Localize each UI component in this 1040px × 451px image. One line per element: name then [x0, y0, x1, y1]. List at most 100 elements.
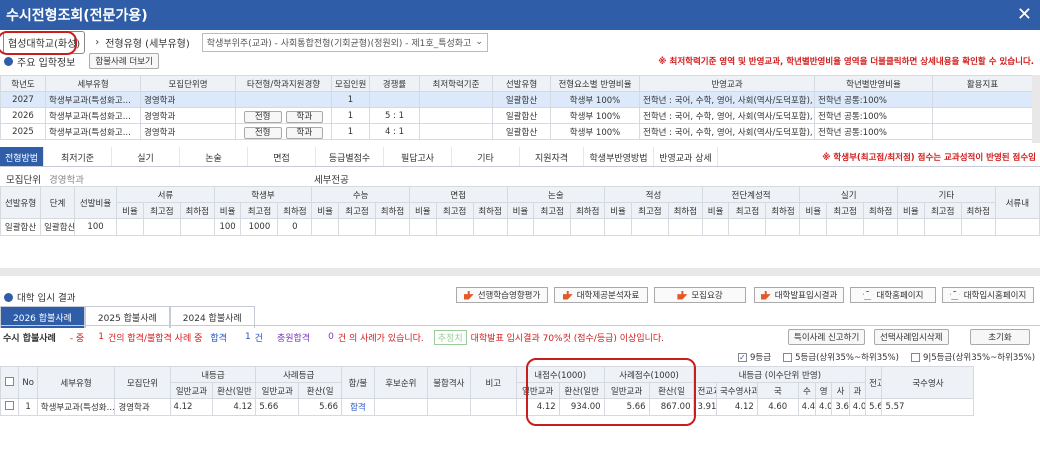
- checkbox-icon[interactable]: [5, 401, 15, 410]
- method-cell: [179, 218, 215, 236]
- method-cell: [897, 218, 925, 236]
- tab-0[interactable]: 전형방법: [0, 147, 44, 166]
- column-header[interactable]: 환산(일반: [212, 382, 257, 399]
- results-action-label: 대학발표입시결과: [774, 291, 838, 301]
- table-row: 1 학생부교과(특성화... 경영학과 4.12 4.12 5.66 5.66 합격 4.12 9…: [0, 398, 1040, 416]
- type-label: 전형유형 (세부유형): [105, 38, 190, 50]
- tab-8[interactable]: 지원자격: [520, 147, 584, 166]
- column-header[interactable]: 비고: [469, 366, 517, 399]
- column-header[interactable]: 후보순위: [373, 366, 428, 399]
- column-header[interactable]: 경쟁률: [369, 75, 420, 92]
- estimate-badge: 추정치: [433, 329, 467, 345]
- tab-4[interactable]: 면접: [248, 147, 316, 166]
- column-header[interactable]: 선발유형: [492, 75, 551, 92]
- table-cell: 전학년 : 국어, 수학, 영어, 사회(역사/도덕포함), 과학, ...: [639, 123, 815, 140]
- method-cell: [667, 218, 703, 236]
- table-cell: [932, 91, 1033, 108]
- info-title: 주요 입학정보: [17, 57, 76, 69]
- column-header[interactable]: 불합격사: [426, 366, 471, 399]
- column-header[interactable]: 세부유형: [36, 366, 116, 399]
- summary-count-total: 1: [98, 332, 104, 342]
- results-action-button-3[interactable]: 대학발표입시결과: [754, 287, 844, 303]
- column-header[interactable]: 국수영사: [881, 366, 975, 399]
- grade-option[interactable]: ✓ 9등급: [738, 351, 771, 363]
- column-header[interactable]: 국수영사과: [715, 382, 758, 399]
- column-header[interactable]: 타전형/학과지원경향: [235, 75, 332, 92]
- method-sub-header: 최하점: [765, 202, 801, 219]
- method-table: 선발유형 단계 선발비율 서류 학생부 수능 면접 논술 적성 전단계성적 실기 기타 서류내 비율 최고…: [0, 186, 1040, 236]
- column-header[interactable]: 일반교과: [169, 382, 214, 399]
- column-header[interactable]: 수: [797, 382, 817, 399]
- tendency-dept-button[interactable]: 학과: [285, 126, 324, 139]
- method-cell: [142, 218, 181, 236]
- column-header[interactable]: 세부유형: [45, 75, 141, 92]
- column-header[interactable]: 모집단위: [114, 366, 171, 399]
- table-row[interactable]: 2026 학생부교과(특성화고... 경영학과 전형 학과 1 5 : 1 일괄합산 학생부 1…: [0, 107, 1033, 124]
- column-header[interactable]: 활용지표: [932, 75, 1033, 92]
- tab-2[interactable]: 실기: [112, 147, 180, 166]
- column-header[interactable]: 모집인원: [331, 75, 370, 92]
- column-header[interactable]: [0, 366, 20, 399]
- reset-button[interactable]: 초기화: [970, 329, 1030, 345]
- column-header[interactable]: 최저학력기준: [419, 75, 493, 92]
- results-action-button-5[interactable]: 대학입시홈페이지: [942, 287, 1034, 303]
- grade-option[interactable]: 5등급(상위35%~하위35%): [783, 351, 899, 363]
- vertical-scrollbar[interactable]: [1032, 75, 1040, 143]
- download-icon: [677, 290, 688, 300]
- tab-6[interactable]: 필답고사: [384, 147, 452, 166]
- chevron-down-icon: ⌄: [475, 37, 483, 47]
- method-cell: [960, 218, 996, 236]
- tab-10[interactable]: 반영교과 상세: [654, 147, 718, 166]
- tab-1[interactable]: 최저기준: [44, 147, 112, 166]
- summary-label: 수시 합불사례: [3, 333, 56, 344]
- method-cell: [533, 218, 572, 236]
- tab-9[interactable]: 학생부반영방법: [584, 147, 654, 166]
- grade-option[interactable]: 9|5등급(상위35%~하위35%): [910, 351, 1035, 363]
- column-header[interactable]: 환산(일: [298, 382, 343, 399]
- type-dropdown[interactable]: 학생부위주(교과) - 사회통합전형(기회균형)(정원외) - 제1호_특성화고…: [201, 32, 488, 52]
- more-cases-button[interactable]: 합불사례 더보기: [89, 53, 159, 69]
- method-cell: [799, 218, 828, 236]
- column-header[interactable]: 내등급: [169, 366, 257, 383]
- tab-3[interactable]: 논술: [180, 147, 248, 166]
- horizontal-scrollbar[interactable]: [0, 268, 1040, 276]
- checkbox-icon[interactable]: [5, 376, 15, 386]
- grade-option-label: 9등급: [750, 353, 772, 363]
- checkbox-icon[interactable]: [910, 352, 920, 362]
- results-action-button-0[interactable]: 선행학습영향평가: [456, 287, 548, 303]
- column-header[interactable]: 내등급 (이수단위 반영): [693, 366, 867, 383]
- checkbox-icon[interactable]: [783, 352, 793, 362]
- tendency-type-button[interactable]: 전형: [243, 126, 282, 139]
- tendency-type-button[interactable]: 전형: [243, 110, 282, 123]
- table-row[interactable]: 2027 학생부교과(특성화고... 경영학과 1 일괄합산 학생부 100% 전학년 : …: [0, 91, 1033, 108]
- column-header[interactable]: 모집단위명: [140, 75, 236, 92]
- column-header[interactable]: 영: [815, 382, 833, 399]
- column-header[interactable]: 과: [848, 382, 867, 399]
- table-row[interactable]: 2025 학생부교과(특성화고... 경영학과 전형 학과 1 4 : 1 일괄합산 학생부 1…: [0, 123, 1033, 140]
- column-header[interactable]: No: [18, 366, 38, 399]
- results-action-button-2[interactable]: 모집요강: [654, 287, 746, 303]
- method-sub-header: 최고점: [240, 202, 279, 219]
- tendency-dept-button[interactable]: 학과: [285, 110, 324, 123]
- column-header[interactable]: 국: [756, 382, 799, 399]
- column-header[interactable]: 전교과: [865, 366, 883, 399]
- column-header[interactable]: 사: [831, 382, 850, 399]
- column-header[interactable]: 전교과: [693, 382, 717, 399]
- method-cell: 100: [73, 218, 118, 236]
- results-action-button-1[interactable]: 대학제공분석자료: [554, 287, 648, 303]
- close-icon[interactable]: ✕: [1017, 4, 1032, 25]
- column-header[interactable]: 사례등급: [255, 366, 343, 383]
- column-header[interactable]: 합/불: [341, 366, 375, 399]
- checkbox-icon[interactable]: ✓: [738, 352, 747, 362]
- tab-7[interactable]: 기타: [452, 147, 520, 166]
- column-header[interactable]: 반영교과: [639, 75, 815, 92]
- temp-delete-button[interactable]: 선택사례임시삭제: [874, 329, 949, 345]
- column-header[interactable]: 일반교과: [255, 382, 300, 399]
- results-action-button-4[interactable]: 대학홈페이지: [850, 287, 936, 303]
- report-case-button[interactable]: 특이사례 신고하기: [788, 329, 866, 345]
- info-notice: ※ 최저학력기준 영역 및 반영교과, 학년별반영비율 영역을 더블클릭하면 상…: [658, 57, 1034, 67]
- tab-5[interactable]: 등급별점수: [316, 147, 384, 166]
- column-header[interactable]: 학년별반영비율: [814, 75, 933, 92]
- column-header[interactable]: 학년도: [0, 75, 46, 92]
- column-header[interactable]: 전형요소별 반영비율: [550, 75, 640, 92]
